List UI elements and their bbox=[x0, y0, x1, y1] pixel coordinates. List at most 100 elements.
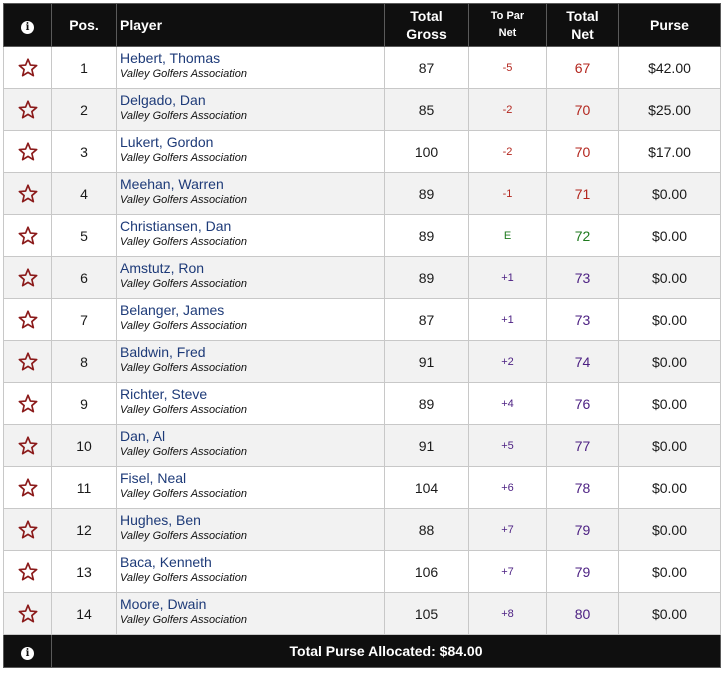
position-cell: 12 bbox=[51, 508, 117, 551]
to-par-net-cell: -2 bbox=[468, 88, 547, 131]
favorite-star-button[interactable] bbox=[3, 340, 52, 383]
header-info[interactable]: i bbox=[3, 3, 52, 47]
position-cell: 2 bbox=[51, 88, 117, 131]
total-net-cell: 70 bbox=[546, 130, 619, 173]
favorite-star-button[interactable] bbox=[3, 424, 52, 467]
favorite-star-button[interactable] bbox=[3, 382, 52, 425]
player-association: Valley Golfers Association bbox=[120, 362, 247, 374]
total-gross-cell: 106 bbox=[384, 550, 469, 593]
player-association: Valley Golfers Association bbox=[120, 320, 247, 332]
star-icon[interactable] bbox=[4, 478, 51, 497]
total-net-cell: 71 bbox=[546, 172, 619, 215]
table-row: 2 Delgado, Dan Valley Golfers Association 8… bbox=[3, 88, 721, 131]
player-cell: Richter, Steve Valley Golfers Association bbox=[116, 382, 385, 425]
purse-cell: $0.00 bbox=[618, 298, 721, 341]
player-cell: Moore, Dwain Valley Golfers Association bbox=[116, 592, 385, 635]
to-par-net-cell: +5 bbox=[468, 424, 547, 467]
star-icon[interactable] bbox=[4, 268, 51, 287]
star-icon[interactable] bbox=[4, 394, 51, 413]
star-icon[interactable] bbox=[4, 142, 51, 161]
purse-cell: $17.00 bbox=[618, 130, 721, 173]
header-to-par-line2: Net bbox=[498, 27, 517, 39]
position-cell: 6 bbox=[51, 256, 117, 299]
header-to-par-net[interactable]: To Par Net bbox=[468, 3, 547, 47]
header-player[interactable]: Player bbox=[116, 3, 385, 47]
star-icon[interactable] bbox=[4, 562, 51, 581]
to-par-net-cell: +8 bbox=[468, 592, 547, 635]
position-cell: 1 bbox=[51, 46, 117, 89]
to-par-net-cell: -1 bbox=[468, 172, 547, 215]
info-icon[interactable]: i bbox=[21, 646, 34, 660]
position-cell: 5 bbox=[51, 214, 117, 257]
favorite-star-button[interactable] bbox=[3, 298, 52, 341]
favorite-star-button[interactable] bbox=[3, 46, 52, 89]
to-par-net-cell: -5 bbox=[468, 46, 547, 89]
star-icon[interactable] bbox=[4, 436, 51, 455]
player-name-link[interactable]: Christiansen, Dan bbox=[120, 218, 384, 235]
header-total-net-line2: Net bbox=[571, 26, 594, 42]
info-icon[interactable]: i bbox=[21, 21, 34, 34]
star-icon[interactable] bbox=[4, 310, 51, 329]
header-pos[interactable]: Pos. bbox=[51, 3, 117, 47]
favorite-star-button[interactable] bbox=[3, 256, 52, 299]
player-name-link[interactable]: Moore, Dwain bbox=[120, 596, 384, 613]
total-gross-cell: 88 bbox=[384, 508, 469, 551]
total-net-cell: 77 bbox=[546, 424, 619, 467]
favorite-star-button[interactable] bbox=[3, 550, 52, 593]
star-icon[interactable] bbox=[4, 100, 51, 119]
star-icon[interactable] bbox=[4, 604, 51, 623]
to-par-net-cell: -2 bbox=[468, 130, 547, 173]
table-row: 6 Amstutz, Ron Valley Golfers Association 8… bbox=[3, 256, 721, 299]
player-name-link[interactable]: Richter, Steve bbox=[120, 386, 384, 403]
player-name-link[interactable]: Lukert, Gordon bbox=[120, 134, 384, 151]
header-purse[interactable]: Purse bbox=[618, 3, 721, 47]
favorite-star-button[interactable] bbox=[3, 592, 52, 635]
player-cell: Lukert, Gordon Valley Golfers Association bbox=[116, 130, 385, 173]
player-association: Valley Golfers Association bbox=[120, 530, 247, 542]
star-icon[interactable] bbox=[4, 352, 51, 371]
star-icon[interactable] bbox=[4, 58, 51, 77]
favorite-star-button[interactable] bbox=[3, 214, 52, 257]
purse-cell: $42.00 bbox=[618, 46, 721, 89]
star-icon[interactable] bbox=[4, 184, 51, 203]
favorite-star-button[interactable] bbox=[3, 466, 52, 509]
player-name-link[interactable]: Delgado, Dan bbox=[120, 92, 384, 109]
player-name-link[interactable]: Dan, Al bbox=[120, 428, 384, 445]
total-gross-cell: 100 bbox=[384, 130, 469, 173]
header-to-par-line1: To Par bbox=[490, 10, 525, 22]
player-cell: Hughes, Ben Valley Golfers Association bbox=[116, 508, 385, 551]
total-gross-cell: 87 bbox=[384, 46, 469, 89]
player-name-link[interactable]: Belanger, James bbox=[120, 302, 384, 319]
star-icon[interactable] bbox=[4, 520, 51, 539]
to-par-net-cell: +6 bbox=[468, 466, 547, 509]
purse-cell: $25.00 bbox=[618, 88, 721, 131]
total-gross-cell: 89 bbox=[384, 172, 469, 215]
player-association: Valley Golfers Association bbox=[120, 278, 247, 290]
total-net-cell: 73 bbox=[546, 256, 619, 299]
star-icon[interactable] bbox=[4, 226, 51, 245]
player-name-link[interactable]: Fisel, Neal bbox=[120, 470, 384, 487]
position-cell: 10 bbox=[51, 424, 117, 467]
favorite-star-button[interactable] bbox=[3, 88, 52, 131]
favorite-star-button[interactable] bbox=[3, 130, 52, 173]
favorite-star-button[interactable] bbox=[3, 172, 52, 215]
total-gross-cell: 105 bbox=[384, 592, 469, 635]
player-name-link[interactable]: Meehan, Warren bbox=[120, 176, 384, 193]
purse-cell: $0.00 bbox=[618, 508, 721, 551]
favorite-star-button[interactable] bbox=[3, 508, 52, 551]
player-association: Valley Golfers Association bbox=[120, 236, 247, 248]
player-name-link[interactable]: Baca, Kenneth bbox=[120, 554, 384, 571]
footer-info[interactable]: i bbox=[3, 634, 52, 668]
player-name-link[interactable]: Hebert, Thomas bbox=[120, 50, 384, 67]
player-name-link[interactable]: Amstutz, Ron bbox=[120, 260, 384, 277]
header-total-net[interactable]: Total Net bbox=[546, 3, 619, 47]
table-row: 5 Christiansen, Dan Valley Golfers Associa… bbox=[3, 214, 721, 257]
to-par-net-cell: +4 bbox=[468, 382, 547, 425]
player-association: Valley Golfers Association bbox=[120, 110, 247, 122]
table-row: 7 Belanger, James Valley Golfers Associati… bbox=[3, 298, 721, 341]
player-name-link[interactable]: Hughes, Ben bbox=[120, 512, 384, 529]
header-total-gross[interactable]: Total Gross bbox=[384, 3, 469, 47]
footer-row: i Total Purse Allocated: $84.00 bbox=[3, 634, 721, 668]
total-gross-cell: 87 bbox=[384, 298, 469, 341]
player-name-link[interactable]: Baldwin, Fred bbox=[120, 344, 384, 361]
